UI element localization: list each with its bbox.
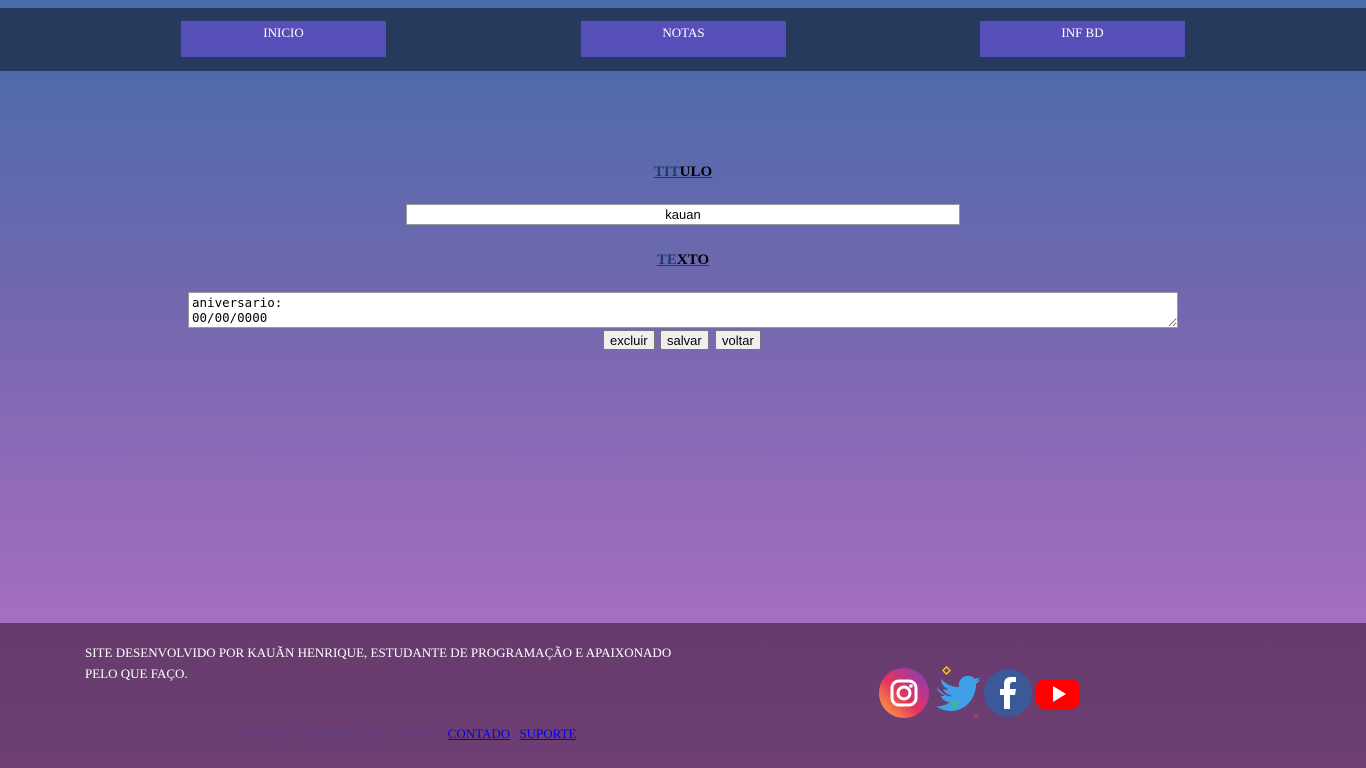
footer-link-contado[interactable]: CONTADO — [448, 726, 511, 741]
footer-link-inicio[interactable]: INICIO — [244, 726, 284, 741]
footer-link-informacoes[interactable]: INFORMAÇÕES — [294, 726, 387, 741]
twitter-icon[interactable]: × — [929, 665, 983, 721]
save-button[interactable]: salvar — [660, 330, 709, 350]
title-label-rest: ULO — [679, 164, 713, 180]
nav-inf-bd-button[interactable]: INF BD — [980, 21, 1185, 57]
instagram-icon[interactable] — [878, 667, 930, 719]
title-label: TITULO — [0, 164, 1366, 181]
text-label-rest: XTO — [676, 252, 710, 268]
footer-links: INICIO INFORMAÇÕES NOTAS CONTADO SUPORTE — [244, 726, 582, 742]
nav-notas-button[interactable]: NOTAS — [581, 21, 786, 57]
text-textarea[interactable]: aniversario: 00/00/0000 — [188, 292, 1178, 328]
top-strip — [0, 0, 1366, 8]
footer-link-suporte[interactable]: SUPORTE — [519, 726, 576, 741]
facebook-icon[interactable] — [982, 667, 1034, 719]
title-label-prefix: TIT — [653, 164, 680, 180]
nav-inicio-button[interactable]: INICIO — [181, 21, 386, 57]
text-label: TEXTO — [0, 252, 1366, 269]
text-label-prefix: TE — [656, 252, 677, 268]
youtube-icon[interactable] — [1034, 667, 1082, 719]
navbar: INICIO NOTAS INF BD — [0, 8, 1366, 71]
svg-text:×: × — [972, 712, 980, 721]
footer: SITE DESENVOLVIDO POR KAUÃN HENRIQUE, ES… — [0, 623, 1366, 768]
footer-description: SITE DESENVOLVIDO POR KAUÃN HENRIQUE, ES… — [85, 645, 672, 681]
footer-link-notas[interactable]: NOTAS — [396, 726, 438, 741]
title-input[interactable] — [406, 204, 960, 225]
delete-button[interactable]: excluir — [603, 330, 655, 350]
back-button[interactable]: voltar — [715, 330, 761, 350]
